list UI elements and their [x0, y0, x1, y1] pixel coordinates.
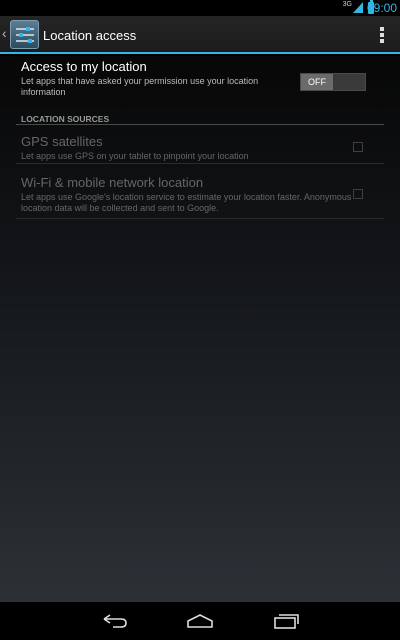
up-caret-icon: ‹	[2, 25, 7, 41]
wifi-summary: Let apps use Google's location service t…	[21, 192, 352, 213]
access-to-my-location-item[interactable]: Access to my location Let apps that have…	[16, 59, 384, 103]
settings-content: Access to my location Let apps that have…	[0, 56, 400, 602]
signal-icon	[353, 2, 363, 13]
home-icon[interactable]	[186, 613, 214, 629]
wifi-checkbox[interactable]	[353, 189, 363, 199]
section-header-label: LOCATION SOURCES	[21, 114, 110, 124]
network-type: 3G	[342, 1, 352, 8]
location-sources-header: LOCATION SOURCES	[16, 109, 384, 125]
gps-title: GPS satellites	[21, 134, 103, 149]
back-icon[interactable]	[101, 613, 129, 629]
overflow-menu-icon[interactable]	[380, 27, 384, 43]
page-title: Location access	[43, 28, 137, 43]
clock: 09:00	[366, 1, 397, 15]
action-bar: ‹ Location access	[0, 16, 400, 54]
wifi-mobile-location-item[interactable]: Wi-Fi & mobile network location Let apps…	[16, 175, 384, 219]
status-bar: 3G 09:00	[0, 0, 400, 16]
access-summary: Let apps that have asked your permission…	[21, 76, 259, 97]
wifi-title: Wi-Fi & mobile network location	[21, 175, 204, 190]
switch-off-label: OFF	[301, 74, 333, 90]
location-access-switch[interactable]: OFF	[300, 73, 366, 91]
settings-sliders-icon	[10, 20, 39, 49]
gps-summary: Let apps use GPS on your tablet to pinpo…	[21, 151, 249, 161]
divider	[16, 218, 384, 219]
navigation-bar	[0, 602, 400, 640]
gps-satellites-item[interactable]: GPS satellites Let apps use GPS on your …	[16, 134, 384, 164]
gps-checkbox[interactable]	[353, 142, 363, 152]
recent-apps-icon[interactable]	[272, 613, 300, 629]
access-title: Access to my location	[21, 59, 147, 74]
divider	[16, 163, 384, 164]
